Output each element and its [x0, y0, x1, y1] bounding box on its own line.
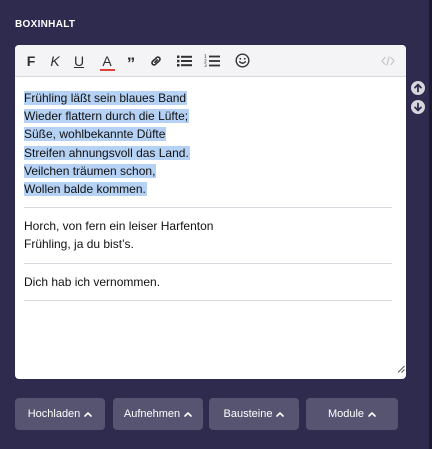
chevron-up-icon	[184, 412, 192, 417]
italic-button[interactable]: K	[48, 45, 62, 76]
upload-button[interactable]: Hochladen	[15, 398, 105, 430]
text-line: Frühling läßt sein blaues Band	[24, 89, 392, 107]
resize-handle[interactable]	[397, 360, 405, 378]
text-line: Streifen ahnungsvoll das Land.	[24, 144, 392, 162]
quote-button[interactable]: ”	[125, 45, 137, 76]
text-line: Frühling, ja du bist’s.	[24, 237, 134, 252]
selected-text-line: Süße, wohlbekannte Düfte	[24, 127, 167, 142]
record-button[interactable]: Aufnehmen	[113, 398, 203, 430]
bullet-list-icon[interactable]	[176, 45, 192, 76]
quote-glyph: ”	[126, 53, 136, 73]
selected-text-line: Frühling läßt sein blaues Band	[24, 91, 188, 105]
chevron-up-icon	[276, 412, 285, 417]
bold-button[interactable]: F	[24, 45, 38, 76]
svg-text:3: 3	[204, 63, 207, 68]
chevron-up-icon	[84, 412, 93, 417]
text-line: Dich hab ich vernommen.	[24, 274, 161, 289]
chevron-up-icon	[368, 412, 376, 417]
source-code-icon[interactable]	[380, 45, 396, 76]
section-title: BOXINHALT	[15, 19, 76, 30]
selected-text-line: Streifen ahnungsvoll das Land.	[24, 145, 190, 160]
modules-label: Module	[327, 408, 365, 420]
paragraph: Horch, von fern ein leiser Harfenton Frü…	[24, 217, 392, 253]
blocks-label: Bausteine	[223, 408, 273, 420]
text-color-glyph: A	[102, 53, 112, 69]
editor-toolbar: F K U A ” 123	[15, 45, 406, 77]
move-up-icon[interactable]	[411, 81, 425, 95]
paragraph-selected: Frühling läßt sein blaues Band Wieder fl…	[24, 89, 392, 198]
selected-text-line: Veilchen träumen schon,	[24, 163, 157, 178]
move-down-icon[interactable]	[411, 100, 425, 114]
upload-label: Hochladen	[27, 408, 81, 420]
record-label: Aufnehmen	[123, 408, 181, 420]
modules-button[interactable]: Module	[306, 398, 398, 430]
emoji-icon[interactable]	[234, 45, 250, 76]
blocks-button[interactable]: Bausteine	[209, 398, 299, 430]
text-color-button[interactable]: A	[99, 45, 115, 76]
link-icon[interactable]	[148, 45, 164, 76]
text-color-bar	[99, 69, 115, 71]
underline-button[interactable]: U	[72, 45, 86, 76]
text-line: Wieder flattern durch die Lüfte;	[24, 107, 392, 125]
text-line: Süße, wohlbekannte Düfte	[24, 125, 392, 143]
rich-text-editor[interactable]: F K U A ” 123 Frühling läßt sein blaues …	[15, 45, 406, 379]
editor-content[interactable]: Frühling läßt sein blaues Band Wieder fl…	[15, 77, 406, 301]
selected-text-line: Wollen balde kommen.	[24, 182, 147, 197]
numbered-list-icon[interactable]: 123	[204, 45, 220, 76]
text-line: Horch, von fern ein leiser Harfenton	[24, 219, 214, 234]
selected-text-line: Wieder flattern durch die Lüfte;	[24, 109, 190, 124]
text-line: Veilchen träumen schon,	[24, 162, 392, 180]
paragraph: Dich hab ich vernommen.	[24, 273, 392, 291]
text-line: Wollen balde kommen.	[24, 180, 392, 198]
horizontal-rule	[24, 299, 392, 301]
